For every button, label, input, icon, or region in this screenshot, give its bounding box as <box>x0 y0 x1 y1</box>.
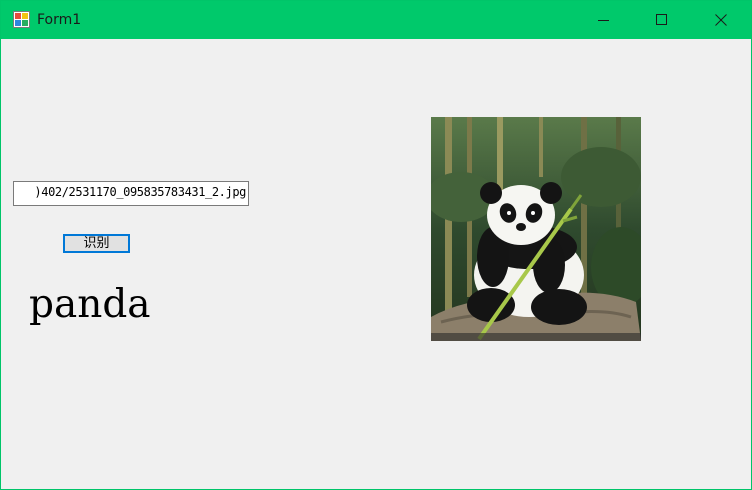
recognize-button[interactable]: 识别 <box>63 234 130 253</box>
result-label: panda <box>29 282 151 327</box>
close-button[interactable] <box>698 1 744 39</box>
panda-picture <box>431 117 641 341</box>
image-path-value: )402/2531170_095835783431_2.jpg <box>34 185 246 199</box>
title-bar[interactable]: Form1 <box>1 1 751 39</box>
minimize-button[interactable] <box>581 1 627 39</box>
app-window: Form1 )402/2531170_095835783431_2.jpg 识别… <box>0 0 752 490</box>
maximize-icon <box>656 14 667 25</box>
form-client-area: )402/2531170_095835783431_2.jpg 识别 panda <box>1 39 751 489</box>
window-title: Form1 <box>37 12 82 28</box>
maximize-button[interactable] <box>639 1 685 39</box>
app-icon <box>13 11 30 28</box>
minimize-icon <box>598 20 609 21</box>
image-path-input[interactable]: )402/2531170_095835783431_2.jpg <box>13 181 249 206</box>
close-icon <box>715 14 727 26</box>
recognize-button-label: 识别 <box>83 235 110 251</box>
